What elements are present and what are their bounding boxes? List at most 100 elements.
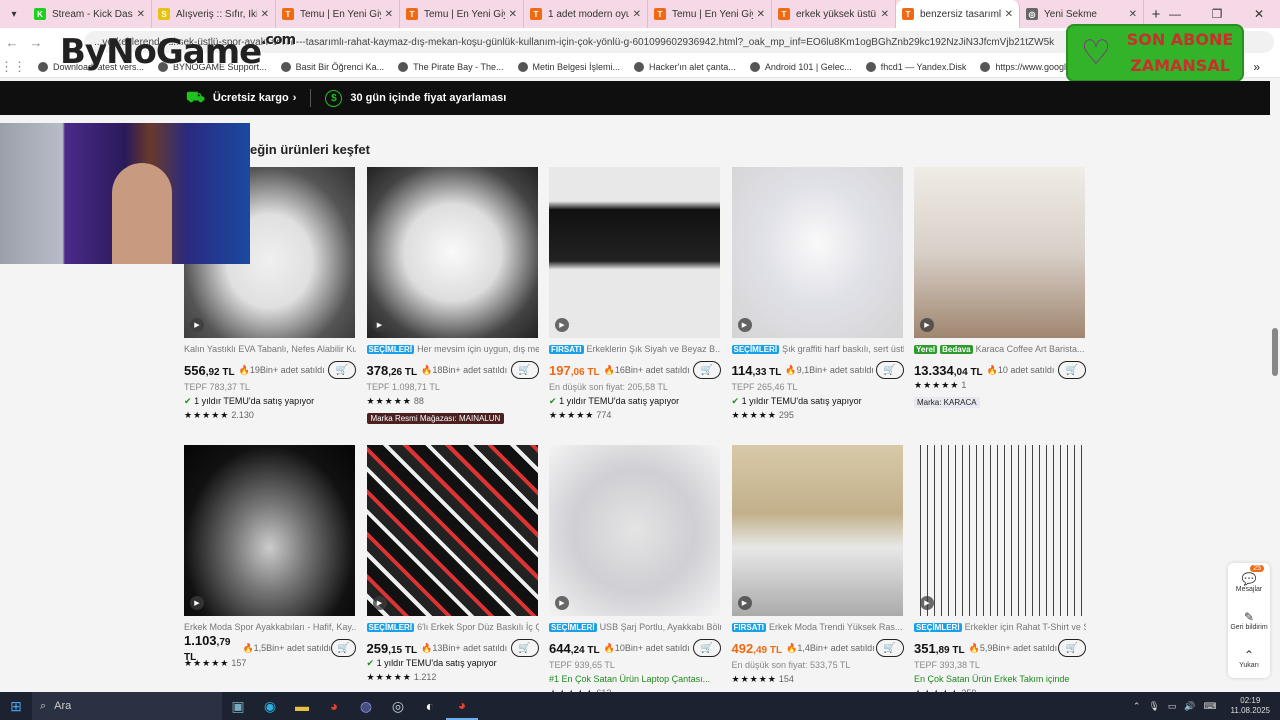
add-to-cart-icon[interactable]: 🛒 (875, 361, 904, 379)
close-tab-icon[interactable]: ✕ (1129, 9, 1137, 20)
free-shipping-link[interactable]: ⛟ Ücretsiz kargo › (186, 89, 296, 108)
play-icon[interactable]: ▶ (372, 596, 387, 610)
browser-tab[interactable]: T Temu | En Yeni Giyim ✕ (276, 0, 400, 28)
keyboard-icon[interactable]: ⌨ (1204, 701, 1217, 712)
product-title[interactable]: SEÇİMLERİ Şık graffiti harf baskılı, sert… (731, 344, 904, 356)
product-card[interactable]: ▶ SEÇİMLERİ Erkekler için Rahat T-Shirt ve… (914, 445, 1086, 702)
apps-icon[interactable]: ⋮⋮ (0, 59, 26, 75)
add-to-cart-icon[interactable]: 🛒 (330, 639, 356, 657)
messages-button[interactable]: 25 💬 Mesajlar (1228, 563, 1270, 601)
bookmark-item[interactable]: The Pirate Bay - The... (398, 61, 504, 72)
product-card[interactable]: ▶ SEÇİMLERİ Şık graffiti harf baskılı, ser… (731, 167, 904, 424)
product-card[interactable]: ▶ SEÇİMLERİ 6'lı Erkek Spor Düz Baskılı İç… (366, 445, 539, 686)
add-to-cart-icon[interactable]: 🛒 (1058, 361, 1086, 379)
close-tab-icon[interactable]: ✕ (137, 9, 145, 20)
product-image[interactable]: ▶ (549, 167, 720, 338)
browser-tab[interactable]: T Temu | En Yeni Giyim ✕ (400, 0, 524, 28)
discord-icon[interactable]: ◍ (350, 692, 382, 720)
price-adjust-link[interactable]: $ 30 gün içinde fiyat ayarlaması (325, 89, 506, 107)
brand-badge[interactable]: Marka Resmi Mağazası: MAINALUN (366, 413, 505, 424)
product-image[interactable]: ▶ (914, 445, 1085, 616)
bookmark-item[interactable]: https://www.google... (980, 61, 1078, 72)
network-icon[interactable]: ▭ (1168, 701, 1177, 712)
browser-tab[interactable]: Terkek yüksek üstü ko ✕ (772, 0, 896, 28)
play-icon[interactable]: ▶ (737, 318, 752, 332)
add-to-cart-icon[interactable]: 🛒 (510, 639, 539, 657)
product-image[interactable]: ▶ (366, 167, 538, 338)
product-card[interactable]: ▶ Erkek Moda Spor Ayakkabıları - Hafif, K… (184, 445, 356, 672)
feedback-button[interactable]: ✎ Geri bildirim (1228, 601, 1270, 639)
product-title[interactable]: SEÇİMLERİ Erkekler için Rahat T-Shirt ve … (914, 622, 1086, 634)
product-title[interactable]: FIRSATI Erkeklerin Şık Siyah ve Beyaz B..… (549, 344, 721, 356)
play-icon[interactable]: ▶ (920, 318, 934, 332)
browser-tab[interactable]: T Temu | En Yeni Giyim ✕ (648, 0, 772, 28)
play-icon[interactable]: ▶ (555, 318, 569, 332)
windows-start-icon[interactable]: ⊞ (0, 698, 32, 715)
product-title[interactable]: SEÇİMLERİHer mevsim için uygun, dış meke… (366, 344, 539, 356)
product-image[interactable]: ▶ (731, 445, 903, 616)
chrome-icon[interactable]: ◕ (318, 692, 350, 720)
browser-tab[interactable]: Tbenzersiz tasarımlı tı ✕ (896, 0, 1020, 28)
bookmark-item[interactable]: Android 101 | Gelec... (749, 61, 852, 72)
add-to-cart-icon[interactable]: 🛒 (1058, 639, 1086, 657)
chrome-active-icon[interactable]: ◕ (446, 692, 478, 720)
back-icon[interactable]: ← (0, 35, 24, 50)
chevron-up-tray-icon[interactable]: ⌃ (1133, 701, 1141, 712)
play-icon[interactable]: ▶ (372, 318, 387, 332)
product-card[interactable]: ▶ SEÇİMLERİHer mevsim için uygun, dış mek… (366, 167, 539, 424)
taskbar-clock[interactable]: 02:19 11.08.2025 (1231, 696, 1270, 716)
close-icon[interactable]: ✕ (1238, 0, 1280, 28)
scroll-top-button[interactable]: ⌃ Yukarı (1228, 639, 1270, 677)
add-to-cart-icon[interactable]: 🛒 (510, 361, 539, 379)
product-card[interactable]: ▶ Yerel Bedava Karaca Coffee Art Barista...… (914, 167, 1086, 408)
bookmark-item[interactable]: Metin Belgesi İşlemi... (517, 61, 620, 72)
product-title[interactable]: Yerel Bedava Karaca Coffee Art Barista... (914, 344, 1086, 356)
play-icon[interactable]: ▶ (737, 596, 752, 610)
close-tab-icon[interactable]: ✕ (633, 9, 641, 20)
scrollbar-thumb[interactable] (1272, 328, 1278, 376)
add-to-cart-icon[interactable]: 🛒 (693, 639, 721, 657)
taskbar-search[interactable]: ⌕ Ara (32, 692, 222, 720)
product-image[interactable]: ▶ (184, 445, 355, 616)
edge-icon[interactable]: ◉ (254, 692, 286, 720)
widgets-icon[interactable]: ▣ (222, 692, 254, 720)
close-tab-icon[interactable]: ✕ (757, 9, 765, 20)
play-icon[interactable]: ▶ (555, 596, 569, 610)
product-image[interactable]: ▶ (366, 445, 538, 616)
play-icon[interactable]: ▶ (920, 596, 934, 610)
close-tab-icon[interactable]: ✕ (1005, 9, 1013, 20)
bookmark-item[interactable]: fhcd1 — Yandex.Disk (865, 61, 966, 72)
close-tab-icon[interactable]: ✕ (881, 9, 889, 20)
volume-icon[interactable]: 🔊 (1184, 701, 1195, 712)
forward-icon[interactable]: → (24, 35, 48, 50)
close-tab-icon[interactable]: ✕ (261, 9, 269, 20)
product-image[interactable]: ▶ (731, 167, 903, 338)
product-title[interactable]: SEÇİMLERİUSB Şarj Portlu, Ayakkabı Bölme… (549, 622, 721, 634)
product-title[interactable]: FIRSATI Erkek Moda Trendi Yüksek Ras... (731, 622, 904, 634)
brand-badge[interactable]: Marka: KARACA (914, 397, 980, 408)
file-explorer-icon[interactable]: ▬ (286, 692, 318, 720)
mic-icon[interactable]: 🎙 (1148, 701, 1159, 712)
obs-icon[interactable]: ◐ (414, 692, 446, 720)
page-scrollbar[interactable] (1270, 78, 1280, 692)
tab-search-button[interactable]: ▾ (0, 0, 28, 28)
bookmark-item[interactable]: Basit Bir Öğrenci Ka... (280, 61, 384, 72)
product-card[interactable]: ▶ FIRSATI Erkek Moda Trendi Yüksek Ras... 4… (731, 445, 904, 688)
close-tab-icon[interactable]: ✕ (509, 9, 517, 20)
browser-tab[interactable]: S Alışveriş :: Sıfır, İkinci ✕ (152, 0, 276, 28)
add-to-cart-icon[interactable]: 🛒 (328, 361, 356, 379)
more-bookmarks-icon[interactable]: » (1253, 60, 1260, 74)
product-title[interactable]: SEÇİMLERİ 6'lı Erkek Spor Düz Baskılı İç … (366, 622, 539, 634)
product-image[interactable]: ▶ (914, 167, 1085, 338)
product-card[interactable]: ▶ SEÇİMLERİUSB Şarj Portlu, Ayakkabı Bölm… (549, 445, 721, 702)
bookmark-item[interactable]: Hacker'ın alet çanta... (634, 61, 736, 72)
browser-tab[interactable]: T 1 adet modern oyun ✕ (524, 0, 648, 28)
add-to-cart-icon[interactable]: 🛒 (875, 639, 904, 657)
steam-icon[interactable]: ◎ (382, 692, 414, 720)
add-to-cart-icon[interactable]: 🛒 (693, 361, 721, 379)
browser-tab[interactable]: K Stream - Kick Dashbo ✕ (28, 0, 152, 28)
product-image[interactable]: ▶ (549, 445, 720, 616)
close-tab-icon[interactable]: ✕ (385, 9, 393, 20)
play-icon[interactable]: ▶ (190, 596, 204, 610)
product-title[interactable]: Kalın Yastıklı EVA Tabanlı, Nefes Alabil… (184, 344, 356, 356)
